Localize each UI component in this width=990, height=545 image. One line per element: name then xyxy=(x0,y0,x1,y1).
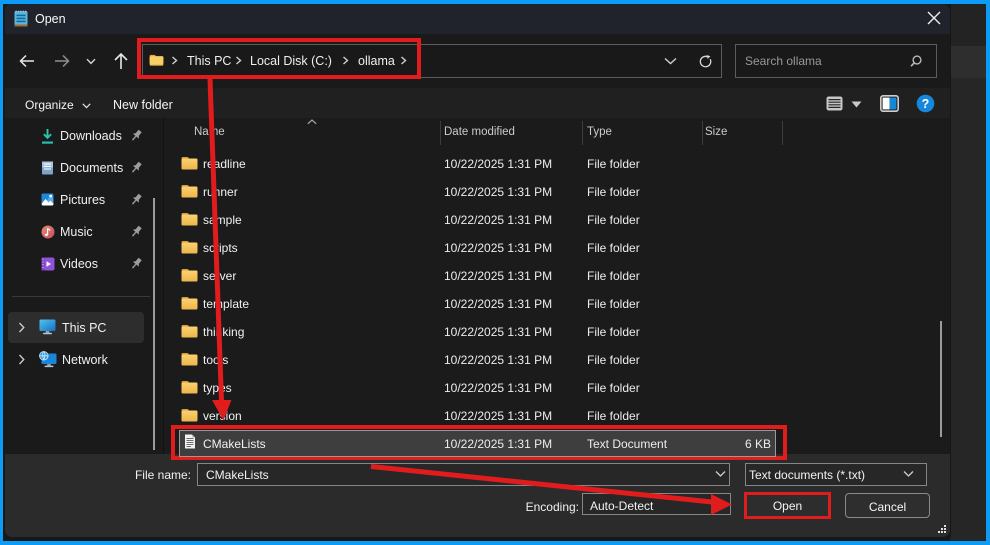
svg-text:?: ? xyxy=(922,97,930,111)
